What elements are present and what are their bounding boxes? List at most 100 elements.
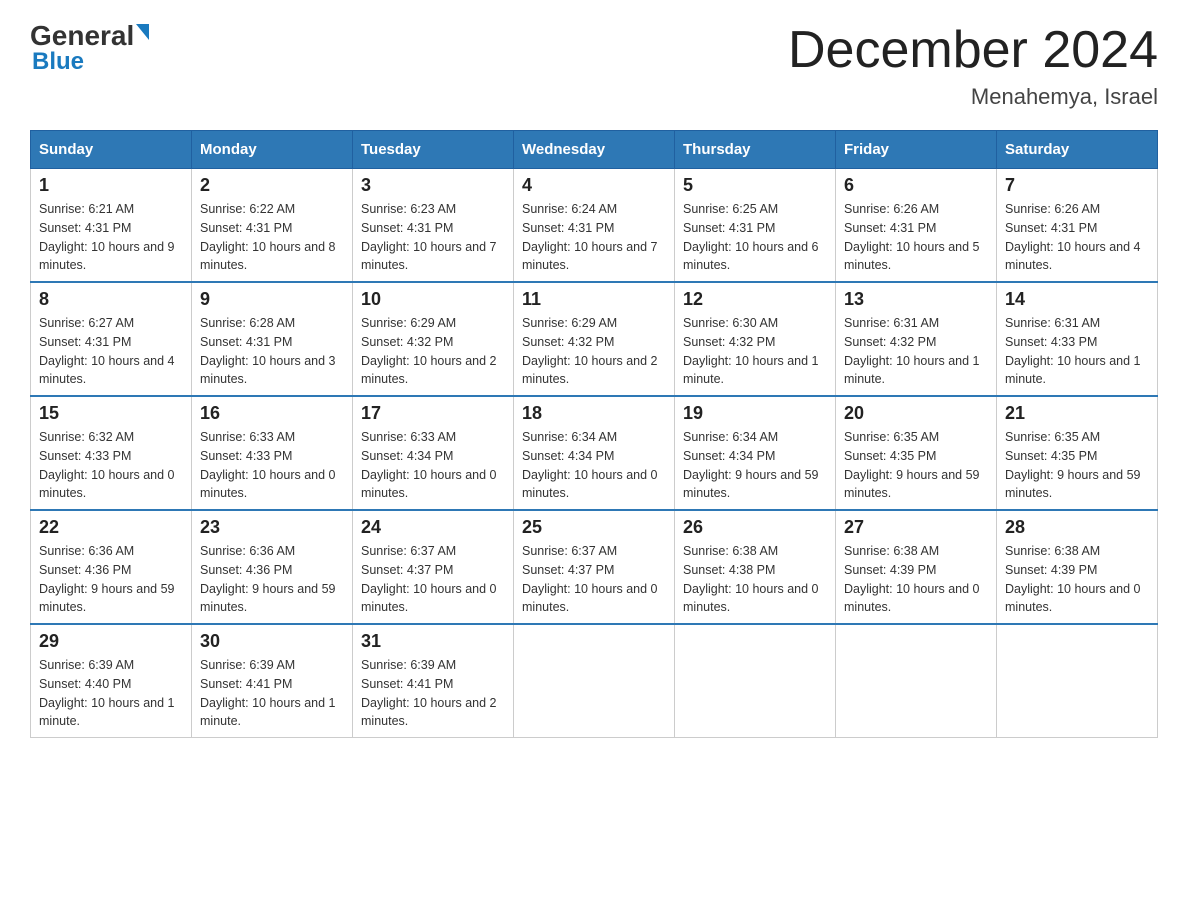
day-number: 24 [361,517,505,538]
day-info: Sunrise: 6:39 AMSunset: 4:40 PMDaylight:… [39,656,183,731]
day-info: Sunrise: 6:26 AMSunset: 4:31 PMDaylight:… [844,200,988,275]
calendar-header-row: Sunday Monday Tuesday Wednesday Thursday… [31,131,1158,169]
day-number: 18 [522,403,666,424]
day-info: Sunrise: 6:39 AMSunset: 4:41 PMDaylight:… [200,656,344,731]
day-info: Sunrise: 6:38 AMSunset: 4:38 PMDaylight:… [683,542,827,617]
day-info: Sunrise: 6:37 AMSunset: 4:37 PMDaylight:… [522,542,666,617]
col-friday: Friday [836,131,997,169]
day-info: Sunrise: 6:38 AMSunset: 4:39 PMDaylight:… [844,542,988,617]
day-info: Sunrise: 6:23 AMSunset: 4:31 PMDaylight:… [361,200,505,275]
day-number: 13 [844,289,988,310]
day-number: 12 [683,289,827,310]
calendar-cell-w4-d3: 24 Sunrise: 6:37 AMSunset: 4:37 PMDayligh… [353,510,514,624]
calendar-week-3: 15Sunrise: 6:32 AMSunset: 4:33 PMDayligh… [31,396,1158,510]
calendar-week-5: 29 Sunrise: 6:39 AMSunset: 4:40 PMDayligh… [31,624,1158,738]
calendar-cell-w1-d7: 7 Sunrise: 6:26 AMSunset: 4:31 PMDaylight… [997,169,1158,283]
day-number: 19 [683,403,827,424]
day-number: 10 [361,289,505,310]
day-info: Sunrise: 6:27 AMSunset: 4:31 PMDaylight:… [39,314,183,389]
col-tuesday: Tuesday [353,131,514,169]
day-number: 14 [1005,289,1149,310]
calendar-cell-w5-d7 [997,624,1158,738]
day-number: 29 [39,631,183,652]
logo-triangle-icon [136,24,149,40]
day-info: Sunrise: 6:31 AMSunset: 4:32 PMDaylight:… [844,314,988,389]
calendar-cell-w1-d1: 1 Sunrise: 6:21 AMSunset: 4:31 PMDaylight… [31,169,192,283]
calendar-cell-w5-d3: 31 Sunrise: 6:39 AMSunset: 4:41 PMDayligh… [353,624,514,738]
day-number: 30 [200,631,344,652]
month-title: December 2024 [788,20,1158,80]
day-number: 22 [39,517,183,538]
day-number: 17 [361,403,505,424]
day-info: Sunrise: 6:21 AMSunset: 4:31 PMDaylight:… [39,200,183,275]
logo-blue-text: Blue [30,48,84,76]
day-info: Sunrise: 6:30 AMSunset: 4:32 PMDaylight:… [683,314,827,389]
day-info: Sunrise: 6:26 AMSunset: 4:31 PMDaylight:… [1005,200,1149,275]
calendar-cell-w2-d3: 10 Sunrise: 6:29 AMSunset: 4:32 PMDayligh… [353,282,514,396]
calendar-cell-w3-d6: 20 Sunrise: 6:35 AMSunset: 4:35 PMDayligh… [836,396,997,510]
calendar-cell-w4-d4: 25 Sunrise: 6:37 AMSunset: 4:37 PMDayligh… [514,510,675,624]
calendar-cell-w5-d6 [836,624,997,738]
day-info: Sunrise: 6:29 AMSunset: 4:32 PMDaylight:… [361,314,505,389]
calendar-week-4: 22 Sunrise: 6:36 AMSunset: 4:36 PMDayligh… [31,510,1158,624]
day-number: 4 [522,175,666,196]
day-number: 31 [361,631,505,652]
day-info: Sunrise: 6:25 AMSunset: 4:31 PMDaylight:… [683,200,827,275]
day-number: 7 [1005,175,1149,196]
day-number: 26 [683,517,827,538]
calendar-cell-w4-d7: 28 Sunrise: 6:38 AMSunset: 4:39 PMDayligh… [997,510,1158,624]
calendar-cell-w3-d3: 17 Sunrise: 6:33 AMSunset: 4:34 PMDayligh… [353,396,514,510]
calendar-cell-w2-d5: 12 Sunrise: 6:30 AMSunset: 4:32 PMDayligh… [675,282,836,396]
day-number: 23 [200,517,344,538]
day-info: Sunrise: 6:24 AMSunset: 4:31 PMDaylight:… [522,200,666,275]
calendar-cell-w4-d6: 27Sunrise: 6:38 AMSunset: 4:39 PMDayligh… [836,510,997,624]
day-number: 8 [39,289,183,310]
calendar-cell-w5-d4 [514,624,675,738]
day-info: Sunrise: 6:39 AMSunset: 4:41 PMDaylight:… [361,656,505,731]
day-number: 2 [200,175,344,196]
calendar-table: Sunday Monday Tuesday Wednesday Thursday… [30,130,1158,738]
calendar-cell-w1-d3: 3Sunrise: 6:23 AMSunset: 4:31 PMDaylight… [353,169,514,283]
day-number: 21 [1005,403,1149,424]
calendar-cell-w2-d7: 14 Sunrise: 6:31 AMSunset: 4:33 PMDayligh… [997,282,1158,396]
logo: General Blue [30,20,149,76]
calendar-cell-w1-d5: 5Sunrise: 6:25 AMSunset: 4:31 PMDaylight… [675,169,836,283]
day-info: Sunrise: 6:33 AMSunset: 4:34 PMDaylight:… [361,428,505,503]
day-number: 25 [522,517,666,538]
calendar-cell-w1-d2: 2Sunrise: 6:22 AMSunset: 4:31 PMDaylight… [192,169,353,283]
calendar-cell-w3-d7: 21 Sunrise: 6:35 AMSunset: 4:35 PMDayligh… [997,396,1158,510]
col-thursday: Thursday [675,131,836,169]
day-number: 1 [39,175,183,196]
calendar-cell-w3-d2: 16 Sunrise: 6:33 AMSunset: 4:33 PMDayligh… [192,396,353,510]
calendar-week-2: 8 Sunrise: 6:27 AMSunset: 4:31 PMDaylight… [31,282,1158,396]
calendar-cell-w2-d4: 11 Sunrise: 6:29 AMSunset: 4:32 PMDayligh… [514,282,675,396]
day-info: Sunrise: 6:36 AMSunset: 4:36 PMDaylight:… [200,542,344,617]
day-info: Sunrise: 6:35 AMSunset: 4:35 PMDaylight:… [1005,428,1149,503]
day-info: Sunrise: 6:34 AMSunset: 4:34 PMDaylight:… [522,428,666,503]
day-info: Sunrise: 6:28 AMSunset: 4:31 PMDaylight:… [200,314,344,389]
day-info: Sunrise: 6:38 AMSunset: 4:39 PMDaylight:… [1005,542,1149,617]
calendar-cell-w4-d5: 26 Sunrise: 6:38 AMSunset: 4:38 PMDayligh… [675,510,836,624]
calendar-cell-w5-d1: 29 Sunrise: 6:39 AMSunset: 4:40 PMDayligh… [31,624,192,738]
calendar-week-1: 1 Sunrise: 6:21 AMSunset: 4:31 PMDaylight… [31,169,1158,283]
calendar-cell-w2-d1: 8 Sunrise: 6:27 AMSunset: 4:31 PMDaylight… [31,282,192,396]
calendar-cell-w1-d6: 6Sunrise: 6:26 AMSunset: 4:31 PMDaylight… [836,169,997,283]
day-info: Sunrise: 6:29 AMSunset: 4:32 PMDaylight:… [522,314,666,389]
day-number: 16 [200,403,344,424]
col-monday: Monday [192,131,353,169]
calendar-cell-w4-d2: 23 Sunrise: 6:36 AMSunset: 4:36 PMDayligh… [192,510,353,624]
calendar-cell-w2-d2: 9Sunrise: 6:28 AMSunset: 4:31 PMDaylight… [192,282,353,396]
calendar-cell-w5-d2: 30 Sunrise: 6:39 AMSunset: 4:41 PMDayligh… [192,624,353,738]
day-info: Sunrise: 6:37 AMSunset: 4:37 PMDaylight:… [361,542,505,617]
calendar-cell-w1-d4: 4 Sunrise: 6:24 AMSunset: 4:31 PMDaylight… [514,169,675,283]
calendar-cell-w5-d5 [675,624,836,738]
day-number: 11 [522,289,666,310]
day-info: Sunrise: 6:35 AMSunset: 4:35 PMDaylight:… [844,428,988,503]
day-number: 20 [844,403,988,424]
calendar-cell-w2-d6: 13 Sunrise: 6:31 AMSunset: 4:32 PMDayligh… [836,282,997,396]
day-info: Sunrise: 6:31 AMSunset: 4:33 PMDaylight:… [1005,314,1149,389]
col-saturday: Saturday [997,131,1158,169]
day-info: Sunrise: 6:34 AMSunset: 4:34 PMDaylight:… [683,428,827,503]
day-number: 28 [1005,517,1149,538]
day-info: Sunrise: 6:33 AMSunset: 4:33 PMDaylight:… [200,428,344,503]
